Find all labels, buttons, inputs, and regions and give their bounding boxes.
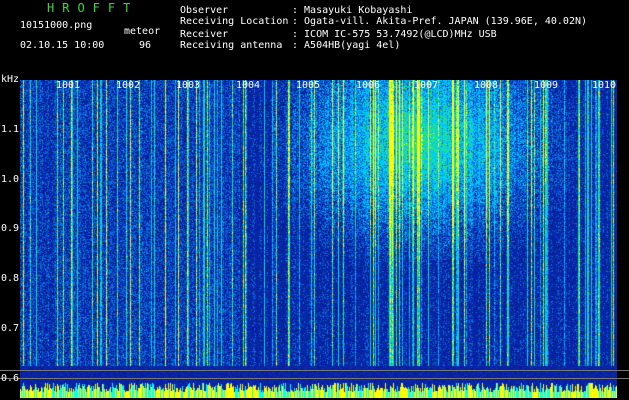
freq-tick-label: 1.1 [1,124,20,135]
minute-label: 1009 [534,80,559,91]
freq-tick-label: 0.9 [1,223,20,234]
info-key-observer: Observer [180,5,229,16]
info-value-observer: : Masayuki Kobayashi [292,5,413,16]
info-value-antenna: : A504HB(yagi 4el) [292,40,401,51]
freq-tick-label: 0.7 [1,323,20,334]
minute-label: 1005 [296,80,321,91]
freq-tick-label: 1.0 [1,174,20,185]
info-value-location: : Ogata-vill. Akita-Pref. JAPAN (139.96E… [292,16,588,27]
meteor-count: 96 [139,40,152,51]
freq-tick-label: 0.8 [1,273,20,284]
minute-label: 1008 [474,80,499,91]
meteor-label: meteor [124,26,161,37]
info-key-location: Receiving Location [180,16,289,27]
minute-label: 1004 [236,80,261,91]
minute-label: 1007 [414,80,439,91]
freq-tick-label: 0.6 [1,373,20,384]
minute-label: 1001 [56,80,81,91]
minute-label: 1003 [176,80,201,91]
timestamp: 02.10.15 10:00 [20,40,105,51]
reference-line [0,378,629,379]
info-key-receiver: Receiver [180,29,229,40]
info-value-receiver: : ICOM IC-575 53.7492(@LCD)MHz USB [292,29,497,40]
filename: 10151000.png [20,20,93,31]
spectrogram-canvas [20,80,617,398]
reference-line [0,370,629,371]
info-key-antenna: Receiving antenna [180,40,283,51]
minute-label: 1002 [116,80,141,91]
minute-label: 1006 [356,80,381,91]
y-axis-unit: kHz [1,74,20,85]
minute-label: 1010 [592,80,617,91]
app-brand: HROFFT [47,1,139,15]
